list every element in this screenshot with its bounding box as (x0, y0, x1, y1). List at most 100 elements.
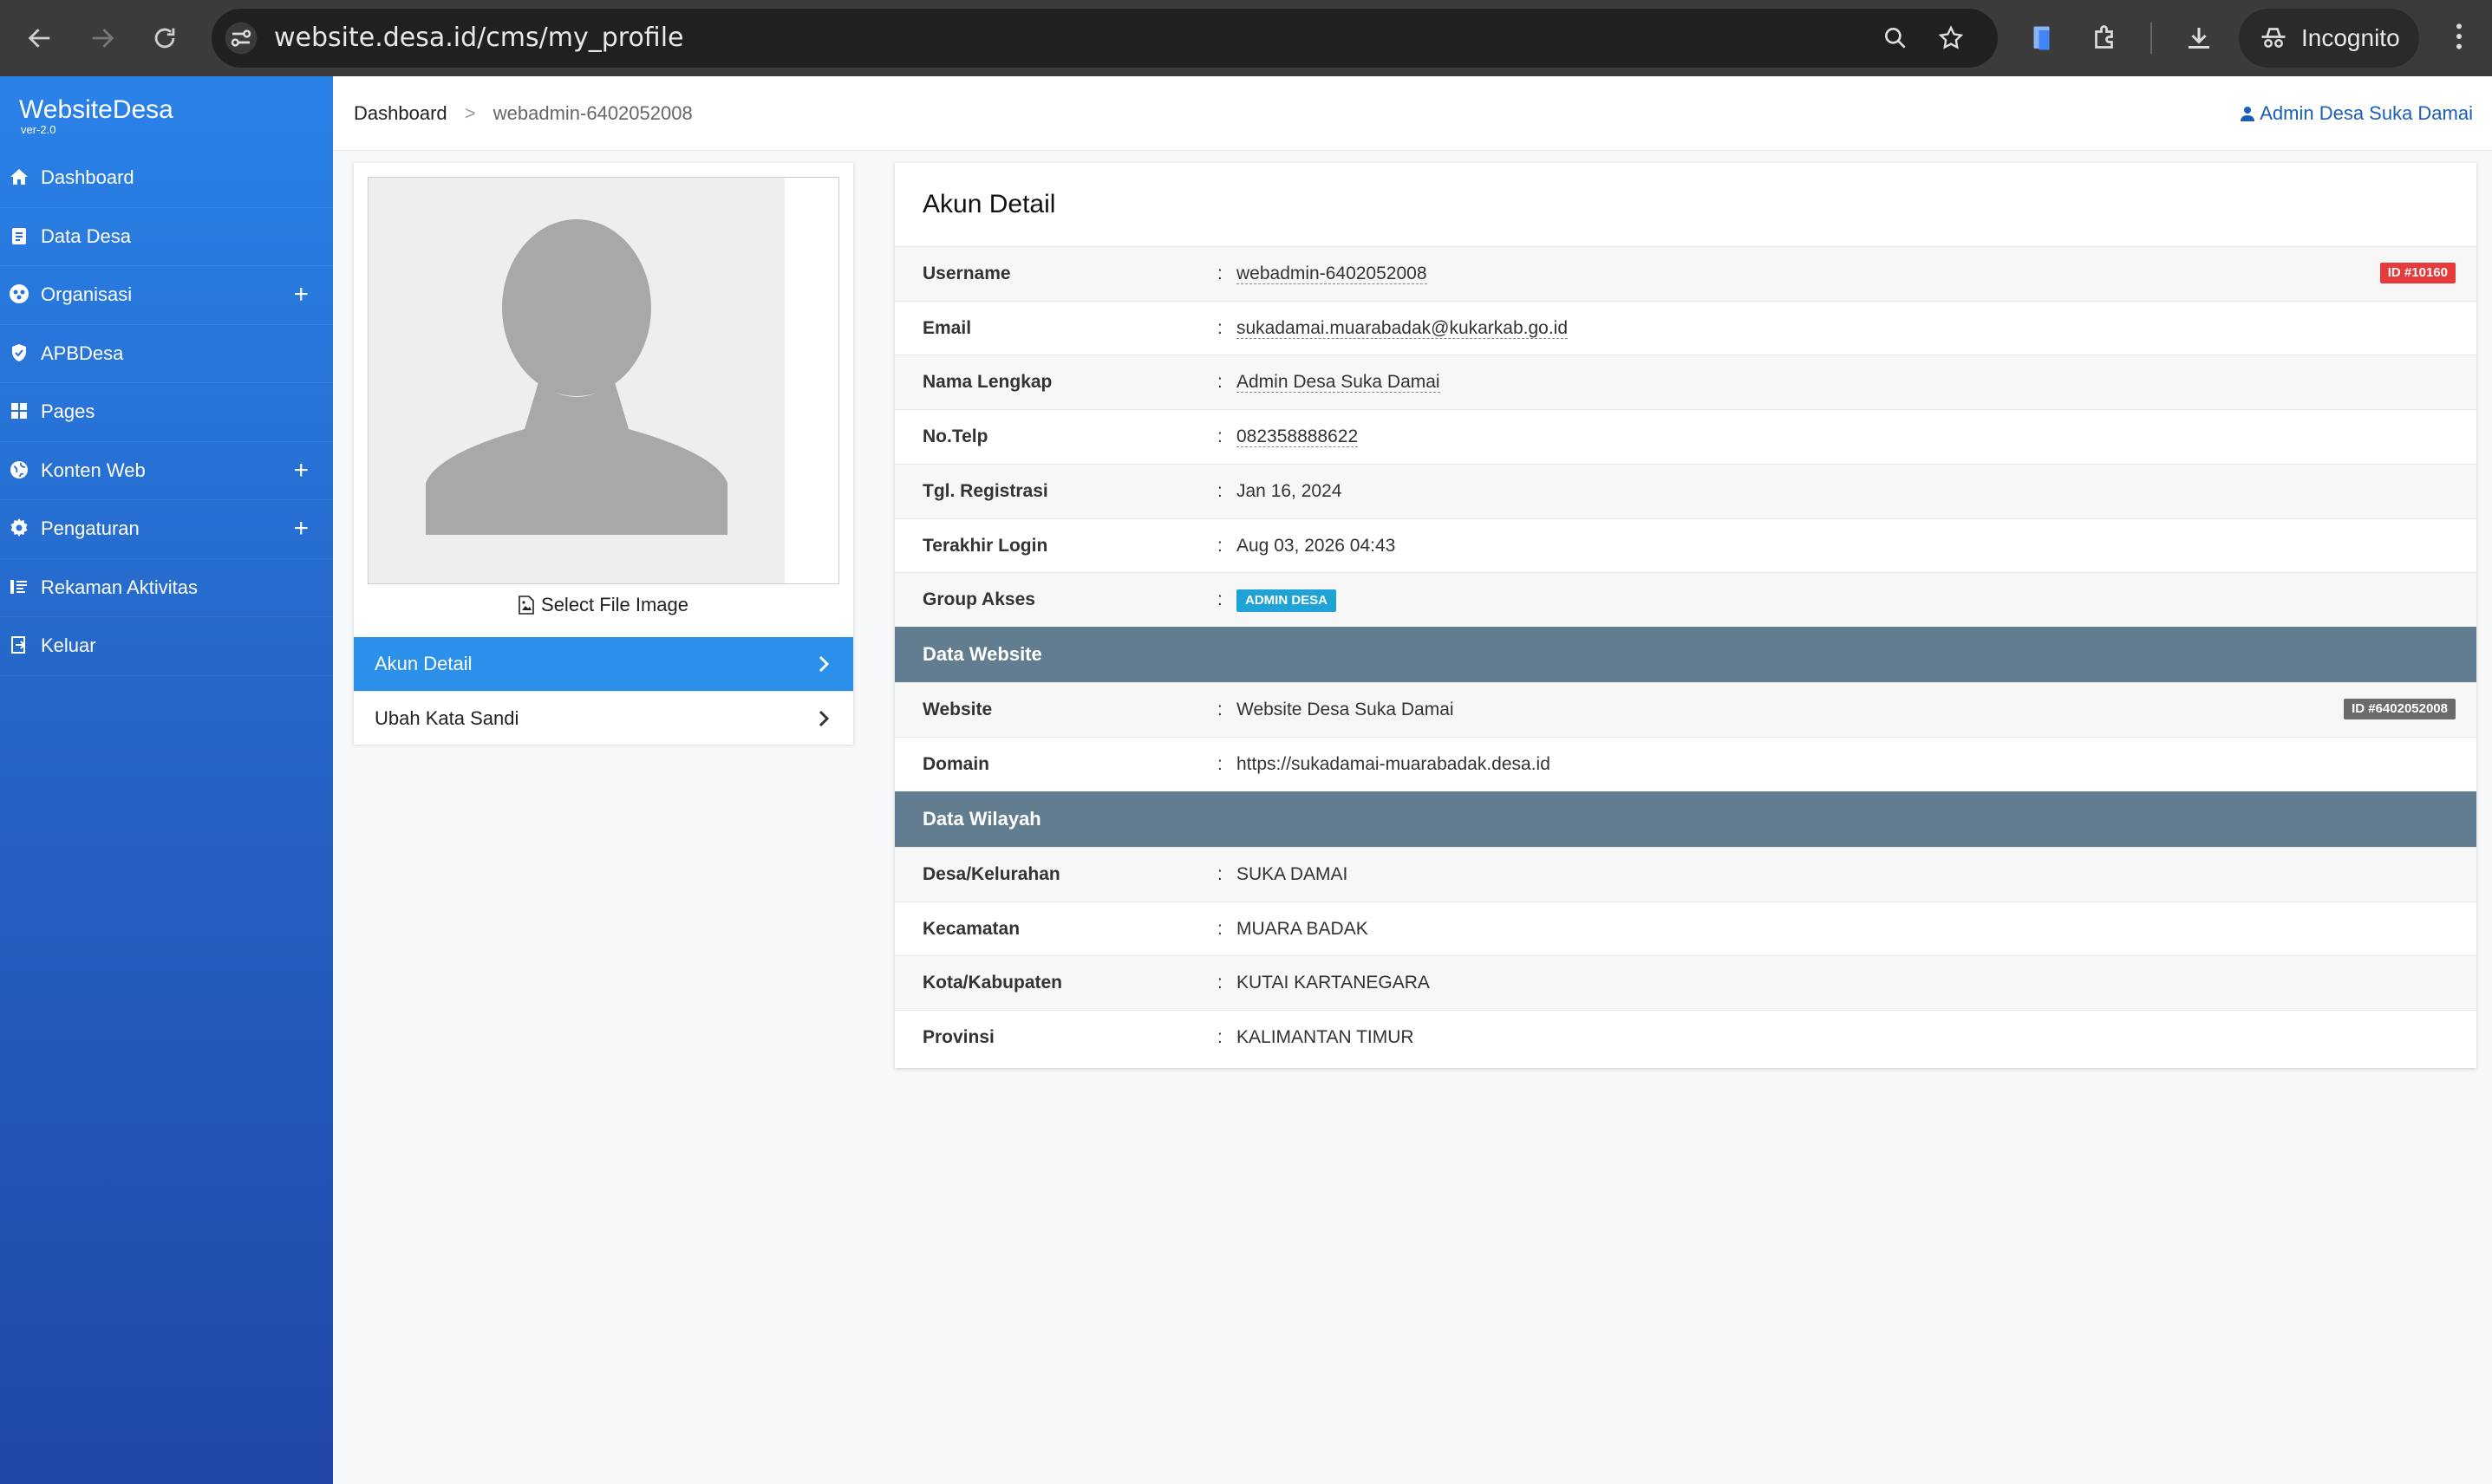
activity-icon (10, 579, 27, 594)
bookmark-star-icon[interactable] (1937, 24, 1965, 52)
select-file-image-button[interactable]: Select File Image (354, 584, 853, 626)
section-title: Data Wilayah (923, 808, 1041, 830)
card-title: Akun Detail (923, 190, 1056, 218)
sidebar-item-pages[interactable]: Pages (0, 383, 333, 442)
row-colon: : (1217, 700, 1223, 719)
incognito-indicator[interactable]: Incognito (2239, 9, 2419, 68)
row-colon: : (1217, 753, 1223, 774)
user-name: Admin Desa Suka Damai (2260, 102, 2473, 124)
row-website: Website : Website Desa Suka Damai ID #64… (895, 682, 2476, 737)
user-id-badge: ID #10160 (2379, 263, 2456, 283)
clipboard-icon (12, 227, 26, 244)
menu-ubah-kata-sandi-label: Ubah Kata Sandi (375, 706, 519, 729)
row-colon: : (1217, 1027, 1223, 1048)
row-label: Tgl. Registrasi (923, 480, 1048, 501)
website-value: Website Desa Suka Damai (1236, 700, 1454, 719)
extension-doc-icon[interactable] (2027, 23, 2058, 54)
row-kecamatan: Kecamatan : MUARA BADAK (895, 901, 2476, 956)
sidebar-item-label: Keluar (41, 635, 96, 657)
sidebar-item-label: Data Desa (41, 225, 131, 247)
sidebar-item-label: Rekaman Aktivitas (41, 576, 198, 598)
no-telp-value[interactable]: 082358888622 (1236, 410, 1359, 464)
sidebar-item-label: Konten Web (41, 459, 146, 481)
sidebar-item-label: Dashboard (41, 166, 134, 189)
username-text[interactable]: webadmin-6402052008 (1236, 264, 1427, 284)
desa-kelurahan-value: SUKA DAMAI (1236, 864, 1348, 884)
sidebar-item-keluar[interactable]: Keluar (0, 617, 333, 676)
reload-button[interactable] (139, 12, 191, 64)
expand-plus-icon[interactable]: + (293, 516, 309, 542)
download-icon[interactable] (2183, 23, 2215, 54)
more-menu-icon[interactable] (2442, 19, 2476, 54)
sidebar-item-data-desa[interactable]: Data Desa (0, 208, 333, 266)
expand-plus-icon[interactable]: + (293, 282, 309, 308)
back-arrow-icon (28, 29, 50, 48)
extensions-puzzle-icon[interactable] (2090, 23, 2121, 54)
row-colon: : (1217, 317, 1223, 338)
incognito-label: Incognito (2301, 24, 2400, 51)
row-no-telp: No.Telp : 082358888622 (895, 409, 2476, 464)
url-text[interactable]: website.desa.id/cms/my_profile (274, 9, 684, 68)
menu-akun-detail-label: Akun Detail (375, 653, 473, 674)
site-settings-icon[interactable] (224, 21, 258, 55)
row-label: Kota/Kabupaten (923, 973, 1063, 993)
provinsi-value: KALIMANTAN TIMUR (1236, 1027, 1414, 1048)
avatar-frame (368, 177, 839, 584)
row-username: Username : webadmin-6402052008 ID #10160 (895, 246, 2476, 301)
nama-lengkap-text[interactable]: Admin Desa Suka Damai (1236, 372, 1440, 394)
forward-button[interactable] (76, 12, 128, 64)
breadcrumb-current: webadmin-6402052008 (493, 102, 693, 124)
sidebar-item-konten-web[interactable]: Konten Web + (0, 442, 333, 500)
chevron-right-icon (819, 710, 830, 727)
tgl-registrasi-value: Jan 16, 2024 (1236, 480, 1342, 501)
logout-icon (11, 636, 26, 654)
terakhir-login-value: Aug 03, 2026 04:43 (1236, 535, 1396, 556)
back-button[interactable] (14, 12, 66, 64)
top-bar: Dashboard > webadmin-6402052008 Admin De… (333, 76, 2492, 151)
avatar-silhouette-icon (426, 219, 727, 535)
avatar (369, 178, 785, 583)
row-colon: : (1217, 480, 1223, 501)
sidebar-item-rekaman-aktivitas[interactable]: Rekaman Aktivitas (0, 559, 333, 617)
row-colon: : (1217, 973, 1223, 993)
row-colon: : (1217, 918, 1223, 939)
row-label: No.Telp (923, 426, 988, 447)
sidebar: WebsiteDesa ver-2.0 Dashboard Data Desa … (0, 76, 333, 1484)
row-label: Email (923, 317, 972, 338)
reload-icon (154, 28, 175, 49)
username-value[interactable]: webadmin-6402052008 (1236, 247, 1427, 301)
home-icon (10, 169, 28, 185)
sidebar-item-pengaturan[interactable]: Pengaturan + (0, 500, 333, 559)
user-menu-link[interactable]: Admin Desa Suka Damai (2241, 76, 2473, 151)
incognito-icon (2261, 28, 2286, 48)
row-email: Email : sukadamai.muarabadak@kukarkab.go… (895, 300, 2476, 355)
section-data-website: Data Website (895, 627, 2476, 682)
nama-lengkap-value[interactable]: Admin Desa Suka Damai (1236, 355, 1440, 409)
sidebar-item-label: Pages (41, 400, 95, 423)
row-colon: : (1217, 426, 1223, 447)
breadcrumb-separator: > (464, 102, 476, 124)
email-text[interactable]: sukadamai.muarabadak@kukarkab.go.id (1236, 317, 1569, 339)
menu-akun-detail[interactable]: Akun Detail (354, 637, 853, 691)
row-colon: : (1217, 264, 1223, 283)
breadcrumb: Dashboard > webadmin-6402052008 (354, 76, 693, 151)
brand-logo[interactable]: WebsiteDesa ver-2.0 (19, 95, 173, 136)
breadcrumb-dashboard-link[interactable]: Dashboard (354, 102, 447, 124)
section-data-wilayah: Data Wilayah (895, 791, 2476, 847)
zoom-icon[interactable] (1882, 24, 1909, 52)
sidebar-item-apbdesa[interactable]: APBDesa (0, 325, 333, 383)
menu-ubah-kata-sandi[interactable]: Ubah Kata Sandi (354, 691, 853, 745)
address-bar[interactable]: website.desa.id/cms/my_profile (212, 9, 1998, 68)
email-value[interactable]: sukadamai.muarabadak@kukarkab.go.id (1236, 302, 1569, 355)
sidebar-item-dashboard[interactable]: Dashboard (0, 149, 333, 208)
expand-plus-icon[interactable]: + (293, 457, 309, 484)
row-kota-kabupaten: Kota/Kabupaten : KUTAI KARTANEGARA (895, 955, 2476, 1011)
row-label: Nama Lengkap (923, 372, 1053, 393)
brand-name: WebsiteDesa (19, 95, 173, 124)
row-label: Kecamatan (923, 918, 1021, 939)
sidebar-item-organisasi[interactable]: Organisasi + (0, 266, 333, 325)
row-desa-kelurahan: Desa/Kelurahan : SUKA DAMAI (895, 847, 2476, 901)
no-telp-text[interactable]: 082358888622 (1236, 426, 1359, 448)
sidebar-nav: Dashboard Data Desa Organisasi + APBDesa… (0, 149, 333, 676)
user-icon (2241, 107, 2255, 121)
